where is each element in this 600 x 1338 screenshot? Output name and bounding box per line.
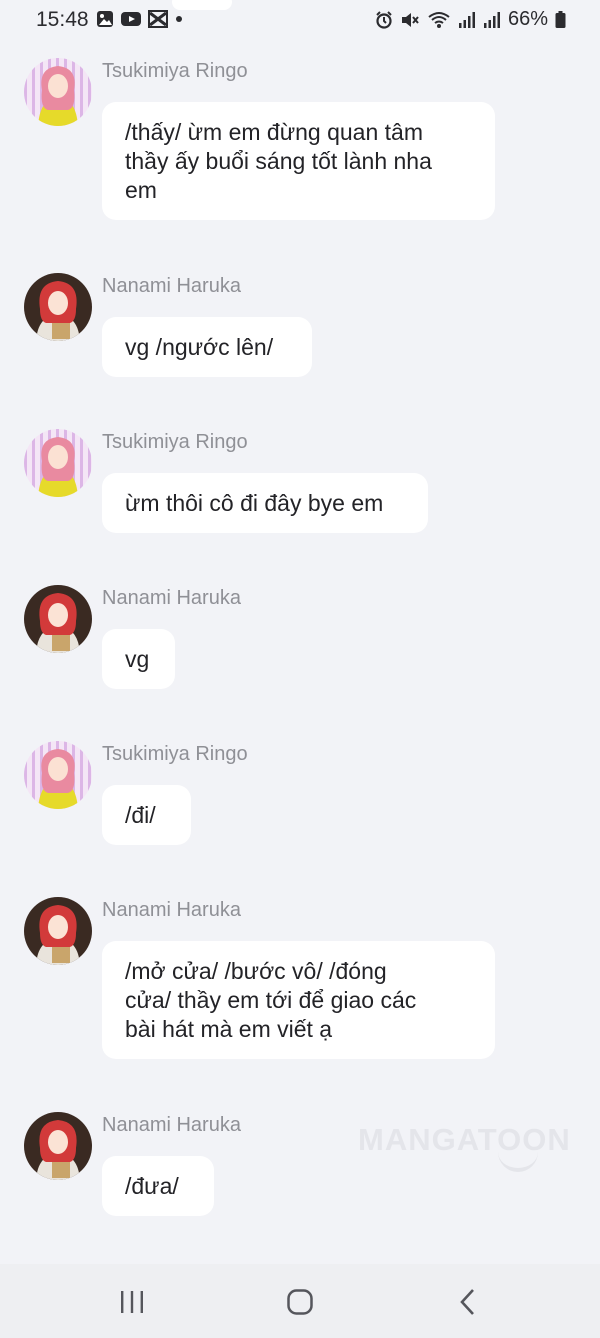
battery-percent: 66% [507, 8, 548, 30]
message-bubble[interactable]: vg [102, 629, 175, 689]
message-line: /đưa/ [125, 1173, 179, 1199]
message-line: vg /ngước lên/ [125, 334, 274, 360]
sender-name: Tsukimiya Ringo [102, 743, 248, 765]
system-icons: 66% [375, 8, 566, 31]
alarm-icon [376, 10, 392, 29]
back-icon [460, 1289, 474, 1315]
notification-icons [96, 10, 184, 28]
ringo-avatar[interactable] [24, 741, 92, 809]
wifi-icon [428, 11, 450, 28]
message-line: thầy ấy buổi sáng tốt lành nha [125, 148, 432, 174]
ringo-avatar[interactable] [24, 429, 92, 497]
sender-name: Nanami Haruka [102, 1114, 241, 1136]
sender-name: Nanami Haruka [102, 587, 241, 609]
signal-icon [483, 11, 500, 28]
message-line: /đi/ [125, 802, 156, 828]
haruka-avatar[interactable] [24, 1112, 92, 1180]
message-bubble[interactable]: /đưa/ [102, 1156, 214, 1216]
navigation-bar [0, 1264, 600, 1338]
home-icon [287, 1289, 313, 1315]
ringo-avatar[interactable] [24, 58, 92, 126]
notification-pill [172, 0, 232, 10]
message-line: ừm thôi cô đi đây bye em [125, 490, 384, 516]
signal-icon [458, 11, 475, 28]
sender-name: Tsukimiya Ringo [102, 431, 248, 453]
message-line: vg [125, 646, 150, 672]
message-line: bài hát mà em viết ạ [125, 1016, 333, 1042]
capcut-icon [148, 10, 168, 28]
recents-icon [121, 1291, 143, 1313]
status-bar: 15:48 66% [0, 0, 600, 40]
message-line: cửa/ thầy em tới để giao các [125, 987, 417, 1013]
message-line: /thấy/ ừm em đừng quan tâm [125, 119, 423, 145]
battery-icon [555, 10, 566, 28]
youtube-icon [121, 12, 141, 26]
message-bubble[interactable]: /mở cửa/ /bước vô/ /đóng cửa/ thầy em tớ… [102, 941, 495, 1059]
message-bubble[interactable]: /đi/ [102, 785, 191, 845]
watermark: MANGATOON [358, 1122, 571, 1157]
haruka-avatar[interactable] [24, 897, 92, 965]
back-button[interactable] [448, 1284, 488, 1320]
message-bubble[interactable]: ừm thôi cô đi đây bye em [102, 473, 428, 533]
message-line: em [125, 177, 157, 203]
message-bubble[interactable]: vg /ngước lên/ [102, 317, 312, 377]
sender-name: Tsukimiya Ringo [102, 60, 248, 82]
watermark-smile [498, 1152, 538, 1172]
sender-name: Nanami Haruka [102, 275, 241, 297]
haruka-avatar[interactable] [24, 585, 92, 653]
sender-name: Nanami Haruka [102, 899, 241, 921]
mute-icon [401, 12, 419, 27]
message-bubble[interactable]: /thấy/ ừm em đừng quan tâm thầy ấy buổi … [102, 102, 495, 220]
dot-icon [176, 16, 182, 22]
recents-button[interactable] [112, 1284, 152, 1320]
status-time: 15:48 [36, 8, 89, 31]
message-line: /mở cửa/ /bước vô/ /đóng [125, 958, 387, 984]
home-button[interactable] [280, 1284, 320, 1320]
gallery-icon [97, 11, 113, 27]
haruka-avatar[interactable] [24, 273, 92, 341]
